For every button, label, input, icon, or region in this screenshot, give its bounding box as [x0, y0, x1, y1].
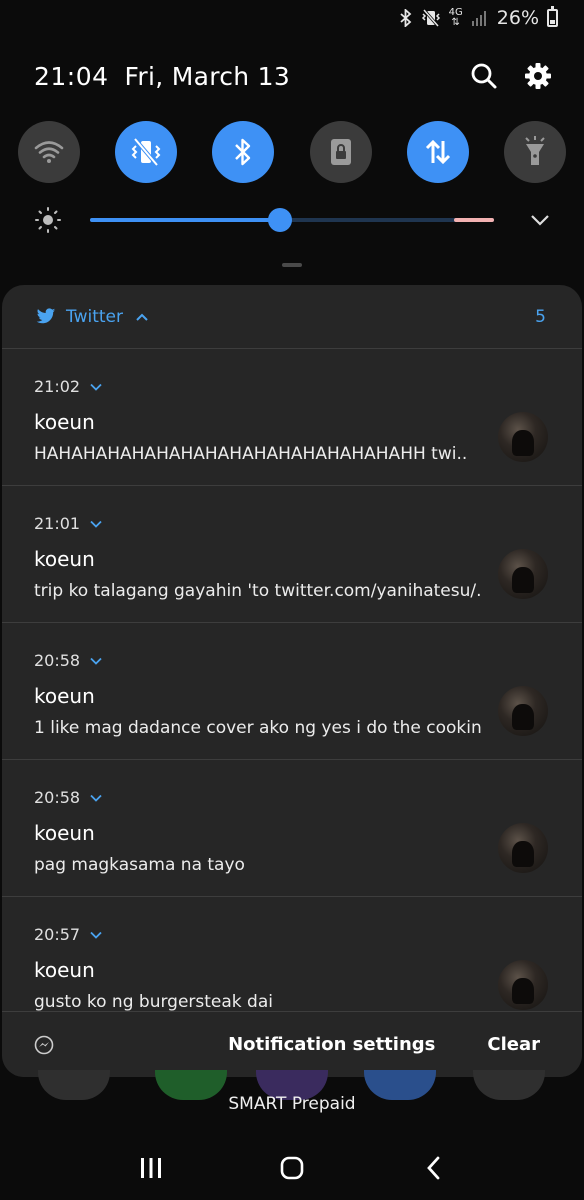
notification-settings-button[interactable]: Notification settings	[228, 1034, 435, 1055]
4g-data-icon: 4G ⇅	[448, 7, 463, 28]
avatar	[498, 823, 548, 873]
search-button[interactable]	[464, 56, 504, 96]
notification-time: 21:01	[34, 514, 81, 533]
brightness-thumb[interactable]	[267, 208, 292, 232]
toggle-rotation-lock[interactable]	[309, 121, 372, 183]
brightness-slider[interactable]	[84, 200, 500, 240]
toggle-flashlight[interactable]	[503, 121, 566, 183]
recents-icon	[140, 1158, 161, 1178]
notification-title: koeun	[34, 410, 95, 434]
quick-toggles	[18, 121, 566, 183]
carrier-label: SMART Prepaid	[228, 1094, 356, 1114]
settings-button[interactable]	[518, 56, 558, 96]
notification-app-header[interactable]: Twitter 5	[2, 285, 582, 349]
battery-icon	[547, 6, 558, 27]
chevron-down-icon[interactable]	[90, 520, 102, 528]
date[interactable]: Fri, March 13	[125, 62, 291, 91]
status-bar: 4G ⇅ 26%	[0, 0, 584, 36]
notification-item[interactable]: 21:01 koeun trip ko talagang gayahin 'to…	[2, 486, 582, 623]
notification-title: koeun	[34, 958, 95, 982]
notification-item[interactable]: 21:02 koeun HAHAHAHAHAHAHAHAHAHAHAHAHAHA…	[2, 349, 582, 486]
notification-count: 5	[535, 306, 546, 327]
brightness-row	[34, 200, 550, 240]
home-icon	[280, 1156, 304, 1180]
notification-text: pag magkasama na tayo	[34, 855, 245, 875]
toggle-bluetooth[interactable]	[212, 121, 275, 183]
mobile-data-icon	[425, 139, 450, 165]
clear-button[interactable]: Clear	[487, 1034, 540, 1055]
search-icon	[471, 63, 497, 89]
settings-icon	[525, 63, 551, 89]
wifi-icon	[34, 141, 64, 163]
flashlight-icon	[525, 136, 545, 165]
rotation-lock-icon	[330, 139, 351, 165]
battery-percent: 26%	[496, 7, 539, 29]
brightness-icon	[35, 207, 61, 233]
avatar	[498, 412, 548, 462]
notification-text: gusto ko ng burgersteak dai	[34, 992, 273, 1012]
avatar	[498, 686, 548, 736]
signal-icon	[471, 11, 486, 26]
notification-group: Twitter 5 21:02 koeun HAHAHAHAHAHAHAHAHA…	[2, 285, 582, 1077]
notification-item[interactable]: 20:58 koeun pag magkasama na tayo	[2, 760, 582, 897]
notification-text: HAHAHAHAHAHAHAHAHAHAHAHAHAHAHAHH twi..	[34, 444, 468, 464]
panel-header: 21:04 Fri, March 13	[34, 56, 558, 96]
navigation-bar	[0, 1140, 584, 1196]
notification-item[interactable]: 20:58 koeun 1 like mag dadance cover ako…	[2, 623, 582, 760]
clock[interactable]: 21:04	[34, 62, 109, 91]
back-button[interactable]	[408, 1143, 458, 1193]
vibrate-icon	[131, 137, 161, 167]
toggle-sound[interactable]	[115, 121, 178, 183]
notification-title: koeun	[34, 547, 95, 571]
notification-time: 20:58	[34, 651, 81, 670]
brightness-fill	[90, 218, 280, 222]
toggle-mobile-data[interactable]	[406, 121, 469, 183]
bluetooth-icon	[235, 138, 251, 166]
chevron-down-icon[interactable]	[90, 794, 102, 802]
back-icon	[427, 1156, 440, 1180]
toggle-wifi[interactable]	[18, 121, 80, 183]
chevron-up-icon[interactable]	[135, 312, 149, 322]
notification-footer: Notification settings Clear	[2, 1011, 582, 1077]
notification-title: koeun	[34, 821, 95, 845]
panel-drag-handle[interactable]	[282, 263, 302, 267]
chevron-down-icon[interactable]	[90, 657, 102, 665]
avatar	[498, 549, 548, 599]
notification-text: trip ko talagang gayahin 'to twitter.com…	[34, 581, 482, 601]
notification-time: 20:57	[34, 925, 81, 944]
notification-time: 21:02	[34, 377, 81, 396]
messenger-icon[interactable]	[34, 1035, 54, 1055]
chevron-down-icon[interactable]	[90, 931, 102, 939]
home-button[interactable]	[267, 1143, 317, 1193]
bluetooth-icon	[400, 9, 411, 27]
twitter-icon	[36, 308, 56, 324]
chevron-down-icon[interactable]	[90, 383, 102, 391]
notification-time: 20:58	[34, 788, 81, 807]
notification-text: 1 like mag dadance cover ako ng yes i do…	[34, 718, 482, 738]
brightness-high-zone	[454, 218, 494, 222]
vibrate-mute-icon	[421, 9, 440, 27]
notification-title: koeun	[34, 684, 95, 708]
recents-button[interactable]	[126, 1143, 176, 1193]
app-name: Twitter	[66, 306, 123, 327]
chevron-down-icon[interactable]	[530, 213, 550, 227]
avatar	[498, 960, 548, 1010]
